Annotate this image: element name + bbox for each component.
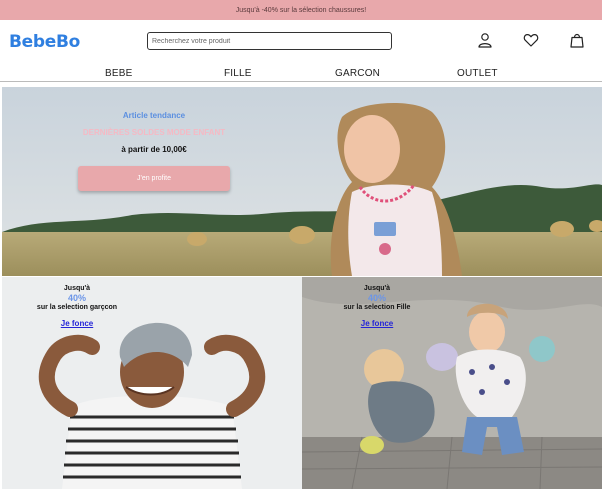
- page: Jusqu'à -40% sur la sélection chaussures…: [0, 0, 602, 489]
- cart-button[interactable]: [567, 30, 587, 50]
- user-icon: [478, 33, 492, 48]
- fille-promo-text: Jusqu'à 40% sur la selection Fille Je fo…: [302, 285, 452, 331]
- logo[interactable]: BebeBo: [9, 32, 80, 52]
- hero-title: DERNIÈRES SOLDES MODE ENFANT: [82, 128, 226, 137]
- wishlist-button[interactable]: [521, 30, 541, 50]
- garcon-line1: Jusqu'à: [63, 285, 91, 292]
- hero-price: à partir de 10,00€: [121, 145, 187, 154]
- heart-icon: [523, 34, 539, 47]
- promo-bar[interactable]: Jusqu'à -40% sur la sélection chaussures…: [0, 0, 602, 20]
- promo-tile-garcon[interactable]: Jusqu'à 40% sur la selection garçcon Je …: [2, 277, 302, 489]
- bag-icon: [570, 33, 584, 48]
- search-input[interactable]: [147, 32, 392, 50]
- nav-item-bebe[interactable]: BEBE: [105, 68, 132, 79]
- nav-item-fille[interactable]: FILLE: [224, 68, 252, 79]
- fille-discount: 40%: [367, 293, 386, 303]
- nav-item-outlet[interactable]: OUTLET: [457, 68, 498, 79]
- promo-text: Jusqu'à -40% sur la sélection chaussures…: [235, 6, 367, 14]
- hero-cta-button[interactable]: J'en profite: [78, 166, 230, 191]
- hero-text: Article tendance DERNIÈRES SOLDES MODE E…: [78, 111, 230, 154]
- fille-subtitle: sur la selection Fille: [343, 304, 411, 311]
- promo-tile-fille[interactable]: Jusqu'à 40% sur la selection Fille Je fo…: [302, 277, 602, 489]
- fille-line1: Jusqu'à: [363, 285, 391, 292]
- garcon-cta-link[interactable]: Je fonce: [61, 319, 93, 328]
- main-nav: BEBE FILLE GARCON OUTLET: [0, 66, 602, 82]
- garcon-subtitle: sur la selection garçcon: [36, 304, 118, 311]
- nav-item-garcon[interactable]: GARCON: [335, 68, 380, 79]
- nav-divider: [0, 81, 602, 82]
- account-button[interactable]: [475, 30, 495, 50]
- garcon-promo-text: Jusqu'à 40% sur la selection garçcon Je …: [2, 285, 152, 331]
- hero-eyebrow: Article tendance: [122, 111, 186, 120]
- fille-cta-link[interactable]: Je fonce: [361, 319, 393, 328]
- hero-banner: Article tendance DERNIÈRES SOLDES MODE E…: [2, 87, 602, 276]
- garcon-discount: 40%: [67, 293, 86, 303]
